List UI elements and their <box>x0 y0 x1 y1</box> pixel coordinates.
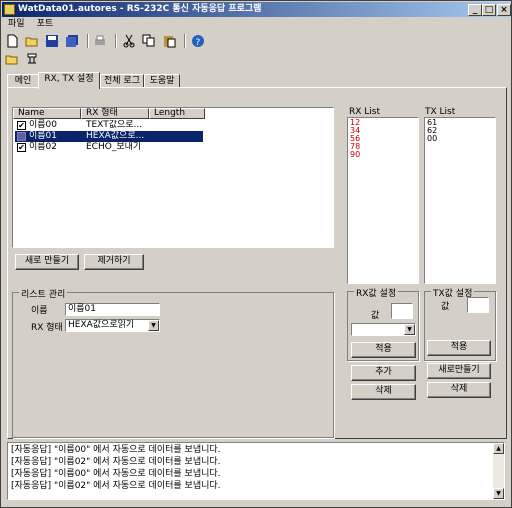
tx-value-label: 값 <box>441 302 450 312</box>
add-button[interactable]: 추가 <box>351 365 416 381</box>
tx-list[interactable]: 61 62 00 <box>424 117 496 284</box>
rx-type-select[interactable]: HEXA값으로읽기 ▼ <box>65 319 160 332</box>
rx-delete-button[interactable]: 삭제 <box>351 384 416 400</box>
title-bar: WatData01.autores - RS-232C 통신 자동응답 프로그램… <box>2 2 511 17</box>
list-item-selected[interactable]: 이름01 HEXA값으로... <box>15 131 203 142</box>
maximize-button[interactable]: □ <box>482 4 496 16</box>
new-rule-button[interactable]: 새로 만들기 <box>15 254 79 270</box>
rx-apply-button[interactable]: 적용 <box>351 342 416 358</box>
menu-port[interactable]: 포트 <box>31 17 60 32</box>
rx-value-field[interactable] <box>391 303 413 319</box>
row-name: 이름01 <box>29 131 58 141</box>
list-item[interactable]: ✔ 이름02 ECHO_보내기 <box>15 142 203 153</box>
log-line: [자동응답] "이름00" 에서 자동으로 데이터를 보냅니다. <box>11 445 221 455</box>
toolbar-separator <box>115 34 118 48</box>
tab-help[interactable]: 도움말 <box>144 74 180 88</box>
row-checkbox[interactable]: ✔ <box>17 121 26 130</box>
list-manage-group: 리스트 관리 <box>12 287 334 438</box>
tx-value-field[interactable] <box>467 297 489 313</box>
log-box[interactable]: [자동응답] "이름00" 에서 자동으로 데이터를 보냅니다. [자동응답] … <box>7 442 505 500</box>
list-item[interactable]: ✔ 이름00 TEXT값으로... <box>15 120 203 131</box>
tx-apply-button[interactable]: 적용 <box>427 340 491 356</box>
name-field[interactable]: 이름01 <box>65 303 160 316</box>
close-button[interactable]: × <box>497 4 511 16</box>
rx-type-label: RX 형태 <box>31 323 63 333</box>
tab-main[interactable]: 메인 <box>7 74 39 88</box>
column-header-name[interactable]: Name <box>13 108 81 119</box>
rx-list-item[interactable]: 90 <box>350 151 416 159</box>
copy-icon[interactable] <box>142 34 158 48</box>
log-line: [자동응답] "이름02" 에서 자동으로 데이터를 보냅니다. <box>11 481 221 491</box>
window-title: WatData01.autores - RS-232C 통신 자동응답 프로그램 <box>18 4 262 14</box>
scroll-down-icon[interactable]: ▼ <box>493 488 504 499</box>
help-icon[interactable]: ? <box>191 34 207 48</box>
tx-delete-button[interactable]: 삭제 <box>427 382 491 398</box>
tx-list-item[interactable]: 00 <box>427 135 493 143</box>
log-scrollbar[interactable]: ▲ ▼ <box>493 443 504 499</box>
save-icon[interactable] <box>45 34 61 48</box>
log-line: [자동응답] "이름02" 에서 자동으로 데이터를 보냅니다. <box>11 457 221 467</box>
print-icon[interactable] <box>93 34 109 48</box>
row-rx-type: HEXA값으로... <box>86 131 145 141</box>
rx-setting-title: RX값 설정 <box>354 286 399 299</box>
open-folder-icon[interactable] <box>5 52 21 66</box>
remove-rule-button[interactable]: 제거하기 <box>84 254 144 270</box>
chevron-down-icon[interactable]: ▼ <box>404 324 415 335</box>
main-window: WatData01.autores - RS-232C 통신 자동응답 프로그램… <box>0 0 512 508</box>
rx-list-label: RX List <box>349 107 381 117</box>
list-manage-title: 리스트 관리 <box>19 287 68 300</box>
open-folder-icon[interactable] <box>25 34 41 48</box>
save-all-icon[interactable] <box>65 34 81 48</box>
scroll-up-icon[interactable]: ▲ <box>493 443 504 454</box>
rx-value-label: 값 <box>371 311 380 321</box>
rx-value-select[interactable]: ▼ <box>351 323 416 336</box>
name-label: 이름 <box>31 306 48 316</box>
svg-text:?: ? <box>195 38 200 48</box>
chevron-down-icon[interactable]: ▼ <box>148 320 159 331</box>
row-name: 이름02 <box>29 142 58 152</box>
menu-bar: 파일 포트 <box>2 17 510 32</box>
paste-icon[interactable] <box>162 34 178 48</box>
log-line: [자동응답] "이름00" 에서 자동으로 데이터를 보냅니다. <box>11 469 221 479</box>
main-toolbar: ? <box>5 34 208 50</box>
tab-full-log[interactable]: 전체 로그 <box>100 74 144 88</box>
row-checkbox[interactable] <box>17 132 26 141</box>
tx-list-label: TX List <box>425 107 456 117</box>
column-header-length[interactable]: Length <box>149 108 205 119</box>
cut-icon[interactable] <box>122 34 138 48</box>
toolbar-separator <box>183 34 186 48</box>
row-name: 이름00 <box>29 120 58 130</box>
rule-list-view[interactable]: Name RX 형태 Length ✔ 이름00 TEXT값으로... 이름01… <box>12 107 334 248</box>
rx-list[interactable]: 12 34 56 78 90 <box>347 117 419 284</box>
new-tx-button[interactable]: 새로만들기 <box>427 363 491 379</box>
row-checkbox[interactable]: ✔ <box>17 143 26 152</box>
run-icon[interactable] <box>25 52 41 66</box>
menu-file[interactable]: 파일 <box>2 17 31 32</box>
column-header-rx-type[interactable]: RX 형태 <box>81 108 149 119</box>
app-icon <box>4 4 15 15</box>
toolbar-separator <box>86 34 89 48</box>
minimize-button[interactable]: _ <box>468 4 482 16</box>
row-rx-type: ECHO_보내기 <box>86 142 142 152</box>
tab-rx-tx-settings[interactable]: RX, TX 설정 <box>38 72 100 89</box>
secondary-toolbar <box>5 52 42 68</box>
new-file-icon[interactable] <box>5 34 21 48</box>
rx-type-value: HEXA값으로읽기 <box>68 320 135 330</box>
row-rx-type: TEXT값으로... <box>86 120 143 130</box>
